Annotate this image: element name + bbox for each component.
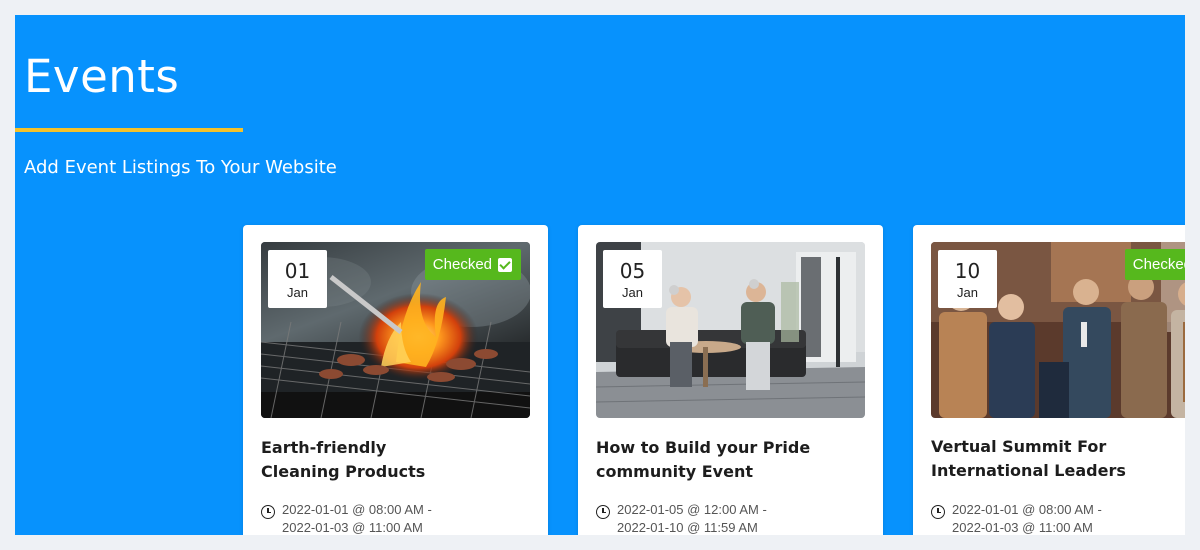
event-card[interactable]: 10 Jan Checked Vertual Summit For Intern…: [913, 225, 1185, 535]
event-image-barbecue-grill[interactable]: 01 Jan Checked: [261, 242, 530, 418]
event-card[interactable]: 01 Jan Checked Earth-friendly Cleaning P…: [243, 225, 548, 535]
event-date-day: 05: [619, 259, 646, 283]
event-date-day: 10: [954, 259, 981, 283]
event-end: 2022-01-10 @ 11:59 AM: [617, 520, 758, 535]
event-end: 2022-01-03 @ 11:00 AM: [282, 520, 423, 535]
title-underline: [15, 128, 243, 132]
page-subtitle: Add Event Listings To Your Website: [24, 157, 337, 178]
event-date-box: 01 Jan: [268, 250, 327, 308]
checked-badge-label: Checked: [1132, 256, 1185, 273]
event-title[interactable]: How to Build your Pride community Event: [596, 436, 868, 484]
event-image-business-networking[interactable]: 10 Jan Checked: [931, 242, 1185, 418]
event-datetime: 2022-01-01 @ 08:00 AM - 2022-01-03 @ 11:…: [931, 501, 1102, 535]
checked-badge: Checked: [424, 249, 521, 280]
event-date-box: 05 Jan: [603, 250, 662, 308]
checked-badge-label: Checked: [432, 256, 492, 273]
clock-icon: [931, 505, 945, 519]
checkbox-checked-icon: [498, 257, 512, 272]
event-date-month: Jan: [287, 285, 308, 300]
event-date-box: 10 Jan: [938, 250, 997, 308]
clock-icon: [261, 505, 275, 519]
event-card[interactable]: 05 Jan How to Build your Pride community…: [578, 225, 883, 535]
event-card-list: 01 Jan Checked Earth-friendly Cleaning P…: [243, 225, 1185, 535]
page-title: Events: [24, 50, 180, 103]
event-date-month: Jan: [957, 285, 978, 300]
event-date-month: Jan: [622, 285, 643, 300]
checked-badge: Checked: [1124, 249, 1185, 280]
event-image-seniors-living-room[interactable]: 05 Jan: [596, 242, 865, 418]
event-start: 2022-01-01 @ 08:00 AM -: [282, 502, 432, 517]
event-end: 2022-01-03 @ 11:00 AM: [952, 520, 1093, 535]
clock-icon: [596, 505, 610, 519]
events-section: Events Add Event Listings To Your Websit…: [15, 15, 1185, 535]
event-datetime: 2022-01-01 @ 08:00 AM - 2022-01-03 @ 11:…: [261, 501, 432, 535]
event-start: 2022-01-01 @ 08:00 AM -: [952, 502, 1102, 517]
event-title[interactable]: Earth-friendly Cleaning Products: [261, 436, 461, 484]
event-title[interactable]: Vertual Summit For International Leaders: [931, 435, 1185, 483]
event-datetime: 2022-01-05 @ 12:00 AM - 2022-01-10 @ 11:…: [596, 501, 767, 535]
event-start: 2022-01-05 @ 12:00 AM -: [617, 502, 767, 517]
event-date-day: 01: [284, 259, 311, 283]
